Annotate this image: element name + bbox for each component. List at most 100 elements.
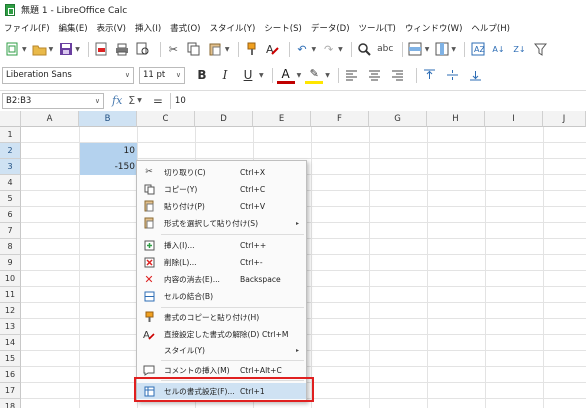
sort-ascending-icon[interactable]: A↓ xyxy=(490,41,507,58)
menu-item-clone-format[interactable]: 書式のコピーと貼り付け(H) xyxy=(137,309,306,325)
column-header-b[interactable]: B xyxy=(79,111,137,127)
bold-button[interactable]: B xyxy=(193,67,211,84)
menu-item-styles[interactable]: スタイル(Y) ▸ xyxy=(137,342,306,358)
column-icon[interactable] xyxy=(433,41,450,58)
chevron-down-icon[interactable]: ∨ xyxy=(95,97,100,105)
highlight-color-icon[interactable]: ✎ xyxy=(305,67,324,84)
export-pdf-icon[interactable] xyxy=(93,41,110,58)
row-header-17[interactable]: 17 xyxy=(0,383,21,399)
row-header-1[interactable]: 1 xyxy=(0,127,21,143)
autofilter-icon[interactable] xyxy=(532,41,549,58)
menu-item-delete[interactable]: 削除(L)... Ctrl+- xyxy=(137,254,306,270)
menu-tools[interactable]: ツール(T) xyxy=(359,22,396,34)
chevron-down-icon[interactable]: ∨ xyxy=(125,71,130,79)
row-header-3[interactable]: 3 xyxy=(0,159,21,175)
cell-b3[interactable]: -150 xyxy=(80,159,137,175)
chevron-down-icon[interactable]: ▼ xyxy=(325,72,330,79)
row-header-7[interactable]: 7 xyxy=(0,223,21,239)
align-left-icon[interactable] xyxy=(343,67,361,84)
spelling-icon[interactable]: abc xyxy=(377,41,394,58)
align-bottom-icon[interactable] xyxy=(467,67,485,84)
redo-icon[interactable]: ↷ xyxy=(320,41,337,58)
chevron-down-icon[interactable]: ▼ xyxy=(338,46,343,53)
column-header-e[interactable]: E xyxy=(253,111,311,127)
menu-view[interactable]: 表示(V) xyxy=(97,22,126,34)
cut-icon[interactable]: ✂ xyxy=(165,41,182,58)
chevron-down-icon[interactable]: ▼ xyxy=(137,97,142,104)
menu-item-insert-comment[interactable]: コメントの挿入(M) Ctrl+Alt+C xyxy=(137,362,306,378)
column-header-c[interactable]: C xyxy=(137,111,195,127)
formula-icon[interactable]: = xyxy=(153,94,163,108)
menu-item-paste[interactable]: 貼り付け(P) Ctrl+V xyxy=(137,198,306,214)
chevron-down-icon[interactable]: ▼ xyxy=(312,46,317,53)
row-header-5[interactable]: 5 xyxy=(0,191,21,207)
row-header-16[interactable]: 16 xyxy=(0,367,21,383)
save-icon[interactable] xyxy=(57,41,74,58)
menu-edit[interactable]: 編集(E) xyxy=(59,22,88,34)
row-icon[interactable] xyxy=(407,41,424,58)
align-middle-icon[interactable] xyxy=(444,67,462,84)
cell-b2[interactable]: 10 xyxy=(80,143,137,159)
row-header-9[interactable]: 9 xyxy=(0,255,21,271)
italic-button[interactable]: I xyxy=(216,67,234,84)
row-header-2[interactable]: 2 xyxy=(0,143,21,159)
menu-item-paste-special[interactable]: 形式を選択して貼り付け(S) ▸ xyxy=(137,215,306,231)
row-header-14[interactable]: 14 xyxy=(0,335,21,351)
new-document-icon[interactable] xyxy=(4,41,21,58)
menu-window[interactable]: ウィンドウ(W) xyxy=(405,22,463,34)
menu-item-clear-contents[interactable]: ✕ 内容の消去(E)... Backspace xyxy=(137,271,306,287)
chevron-down-icon[interactable]: ▼ xyxy=(225,46,230,53)
row-header-4[interactable]: 4 xyxy=(0,175,21,191)
column-header-a[interactable]: A xyxy=(21,111,79,127)
column-header-h[interactable]: H xyxy=(427,111,485,127)
chevron-down-icon[interactable]: ∨ xyxy=(176,71,181,79)
menu-item-copy[interactable]: コピー(Y) Ctrl+C xyxy=(137,181,306,197)
underline-button[interactable]: U xyxy=(239,67,257,84)
clear-format-icon[interactable]: A xyxy=(264,41,281,58)
row-header-8[interactable]: 8 xyxy=(0,239,21,255)
undo-icon[interactable]: ↶ xyxy=(294,41,311,58)
chevron-down-icon[interactable]: ▼ xyxy=(22,46,27,53)
row-header-6[interactable]: 6 xyxy=(0,207,21,223)
menu-format[interactable]: 書式(O) xyxy=(170,22,200,34)
menu-sheet[interactable]: シート(S) xyxy=(264,22,302,34)
chevron-down-icon[interactable]: ▼ xyxy=(259,72,264,79)
row-header-13[interactable]: 13 xyxy=(0,319,21,335)
paste-icon[interactable] xyxy=(207,41,224,58)
row-header-10[interactable]: 10 xyxy=(0,271,21,287)
menu-item-clear-direct-formatting[interactable]: A 直接設定した書式の解除(D) Ctrl+M xyxy=(137,326,306,342)
menu-item-insert[interactable]: 挿入(I)... Ctrl++ xyxy=(137,237,306,253)
row-header-11[interactable]: 11 xyxy=(0,287,21,303)
align-center-icon[interactable] xyxy=(366,67,384,84)
font-color-button[interactable]: A xyxy=(276,67,295,84)
row-header-18[interactable]: 18 xyxy=(0,399,21,408)
corner-select-all[interactable] xyxy=(0,111,21,127)
print-preview-icon[interactable] xyxy=(135,41,152,58)
copy-icon[interactable] xyxy=(186,41,203,58)
menu-insert[interactable]: 挿入(I) xyxy=(135,22,161,34)
font-size-select[interactable]: 11 pt ∨ xyxy=(139,66,185,84)
menu-help[interactable]: ヘルプ(H) xyxy=(471,22,510,34)
sort-descending-icon[interactable]: Z↓ xyxy=(511,41,528,58)
align-right-icon[interactable] xyxy=(389,67,407,84)
chevron-down-icon[interactable]: ▼ xyxy=(49,46,54,53)
chevron-down-icon[interactable]: ▼ xyxy=(425,46,430,53)
column-header-d[interactable]: D xyxy=(195,111,253,127)
find-replace-icon[interactable] xyxy=(356,41,373,58)
row-header-15[interactable]: 15 xyxy=(0,351,21,367)
menu-file[interactable]: ファイル(F) xyxy=(4,22,50,34)
column-header-g[interactable]: G xyxy=(369,111,427,127)
name-box[interactable]: B2:B3 ∨ xyxy=(2,92,104,109)
column-header-j[interactable]: J xyxy=(543,111,586,127)
menu-item-cut[interactable]: ✂ 切り取り(C) Ctrl+X xyxy=(137,164,306,180)
menu-data[interactable]: データ(D) xyxy=(311,22,350,34)
column-header-i[interactable]: I xyxy=(485,111,543,127)
column-header-f[interactable]: F xyxy=(311,111,369,127)
chevron-down-icon[interactable]: ▼ xyxy=(75,46,80,53)
menu-item-merge-cells[interactable]: セルの結合(B) xyxy=(137,288,306,304)
menu-styles[interactable]: スタイル(Y) xyxy=(209,22,255,34)
font-name-select[interactable]: Liberation Sans ∨ xyxy=(2,66,134,84)
clone-format-icon[interactable] xyxy=(243,41,260,58)
formula-input[interactable]: 10 xyxy=(169,92,586,109)
align-top-icon[interactable] xyxy=(421,67,439,84)
